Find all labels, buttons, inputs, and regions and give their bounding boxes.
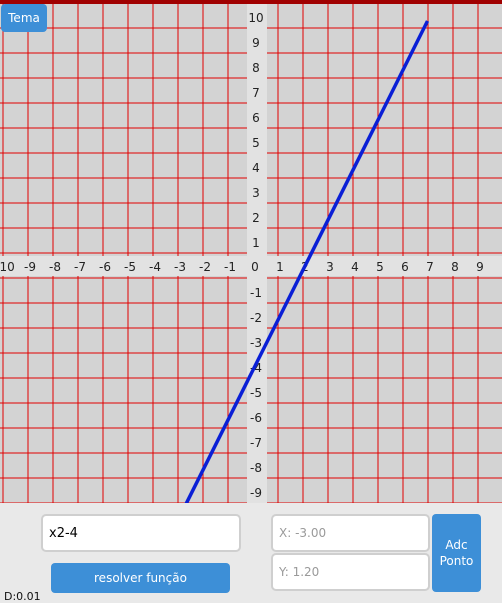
y-tick-label: 8 [252,61,260,75]
solve-function-button[interactable]: resolver função [51,563,230,593]
y-tick-label: -5 [250,386,262,400]
x-tick-label: -8 [49,260,61,274]
x-tick-label: 6 [401,260,409,274]
x-tick-label: -9 [24,260,36,274]
y-tick-label: -2 [250,311,262,325]
x-tick-label: 5 [376,260,384,274]
y-axis-band [247,4,267,503]
top-border [0,0,502,4]
x-tick-label: 4 [351,260,359,274]
x-tick-label: -5 [124,260,136,274]
y-tick-label: -3 [250,336,262,350]
x-tick-label: 0 [251,260,259,274]
y-tick-label: 1 [252,236,260,250]
y-tick-label: -9 [250,486,262,500]
x-tick-label: 8 [451,260,459,274]
delta-readout: D:0.01 [4,590,41,603]
x-tick-label: 9 [476,260,484,274]
x-tick-label: -7 [74,260,86,274]
y-tick-label: 3 [252,186,260,200]
x-tick-label: -2 [199,260,211,274]
x-tick-label: -6 [99,260,111,274]
x-tick-label: 3 [326,260,334,274]
x-tick-label: -10 [0,260,15,274]
x-tick-label: -4 [149,260,161,274]
graph-canvas[interactable]: -10-9-8-7-6-5-4-3-2-10123456789109876543… [0,0,502,503]
y-tick-label: 5 [252,136,260,150]
add-point-button[interactable]: Adc Ponto [432,514,481,592]
x-tick-label: -1 [224,260,236,274]
y-tick-label: 7 [252,86,260,100]
y-tick-label: 2 [252,211,260,225]
y-tick-label: -6 [250,411,262,425]
y-tick-label: 10 [248,11,263,25]
y-tick-label: -8 [250,461,262,475]
y-tick-label: 9 [252,36,260,50]
y-tick-label: 6 [252,111,260,125]
y-tick-label: -1 [250,286,262,300]
add-point-label-line2: Ponto [439,554,474,568]
y-tick-label: 4 [252,161,260,175]
add-point-label-line1: Adc [445,538,468,552]
y-coordinate-input[interactable] [271,553,430,591]
x-tick-label: 7 [426,260,434,274]
theme-button[interactable]: Tema [1,4,47,32]
x-coordinate-input[interactable] [271,514,430,552]
x-tick-label: 1 [276,260,284,274]
function-input[interactable] [41,514,241,552]
x-tick-label: -3 [174,260,186,274]
y-tick-label: -7 [250,436,262,450]
